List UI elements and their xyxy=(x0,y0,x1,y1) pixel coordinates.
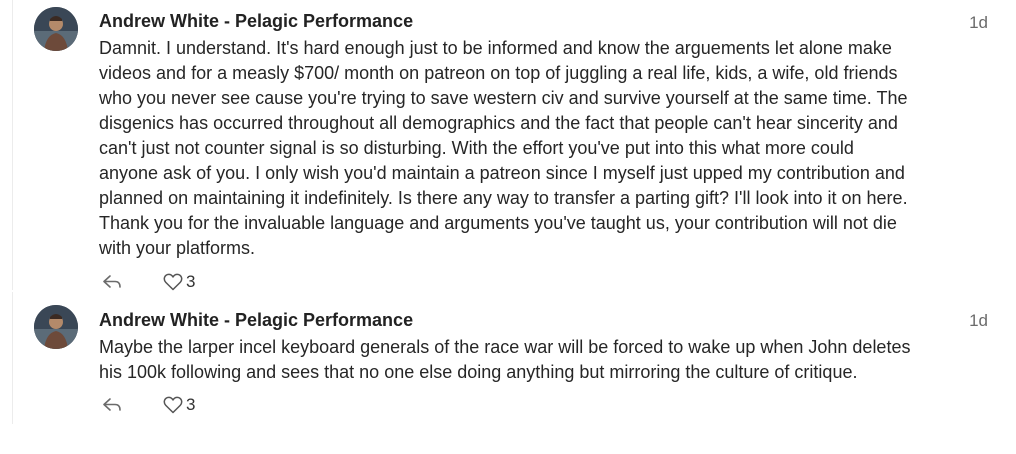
comment-timestamp: 1d xyxy=(969,13,988,32)
comment-feed: Andrew White - Pelagic Performance 1d Da… xyxy=(0,0,1016,454)
comment-text: Damnit. I understand. It's hard enough j… xyxy=(99,38,908,258)
reply-button[interactable] xyxy=(99,394,125,416)
comment-text: Maybe the larper incel keyboard generals… xyxy=(99,337,911,382)
comment: Andrew White - Pelagic Performance 1d Da… xyxy=(12,0,1016,293)
reply-icon xyxy=(103,398,121,411)
like-button[interactable]: 3 xyxy=(163,395,195,415)
like-count: 3 xyxy=(186,395,196,414)
heart-icon xyxy=(163,396,183,414)
avatar[interactable] xyxy=(34,7,78,51)
comment-timestamp: 1d xyxy=(969,311,988,330)
avatar[interactable] xyxy=(34,305,78,349)
comment: Andrew White - Pelagic Performance 1d Ma… xyxy=(12,292,1016,424)
like-count: 3 xyxy=(186,272,196,291)
comment-actions: 3 xyxy=(99,271,195,293)
reply-icon xyxy=(103,275,121,288)
reply-button[interactable] xyxy=(99,271,125,293)
comment-actions: 3 xyxy=(99,394,195,416)
like-button[interactable]: 3 xyxy=(163,272,195,292)
comment-author[interactable]: Andrew White - Pelagic Performance xyxy=(99,11,413,32)
heart-icon xyxy=(163,273,183,291)
comment-author[interactable]: Andrew White - Pelagic Performance xyxy=(99,310,413,331)
